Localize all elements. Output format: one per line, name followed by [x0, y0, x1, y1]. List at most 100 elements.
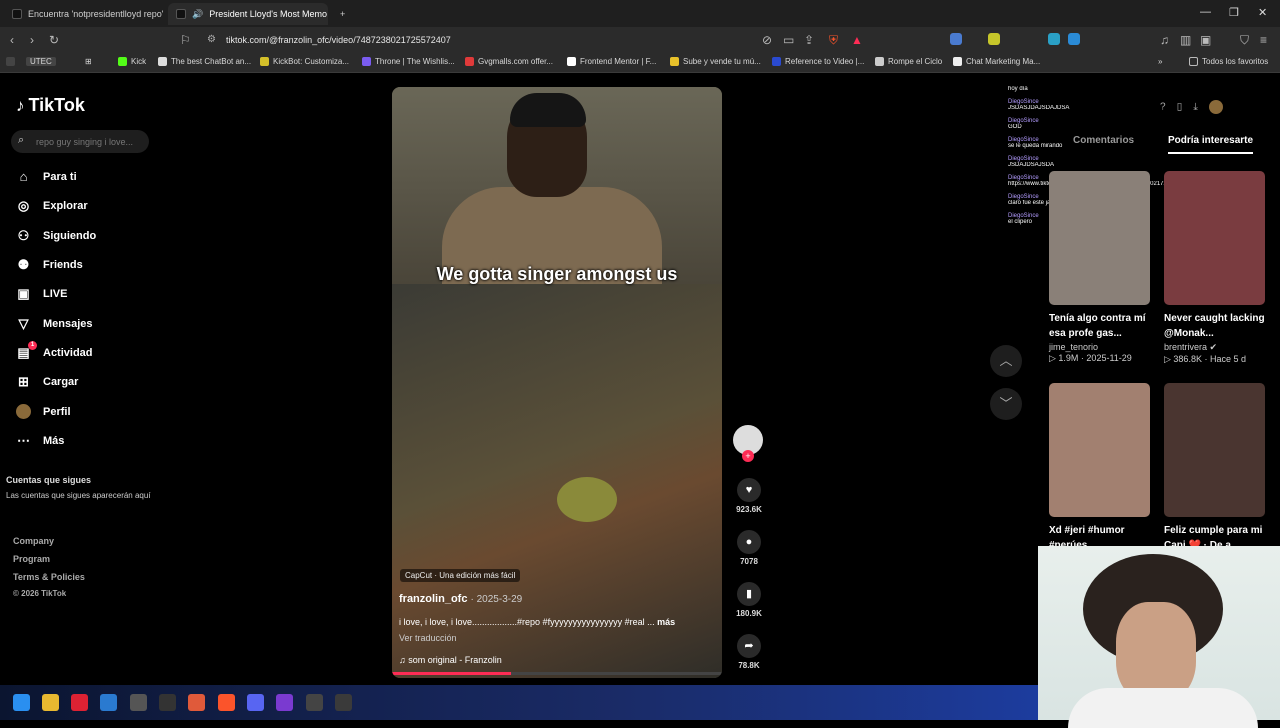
card-meta: ▷ 386.8K · Hace 5 d [1164, 354, 1246, 364]
browser-tab-1[interactable]: Encuentra 'notpresidentlloyd repo' en [4, 3, 164, 25]
nav-siguiendo[interactable]: ⚇ Siguiendo [16, 228, 97, 244]
back-icon[interactable]: ‹ [10, 33, 14, 47]
recommended-card[interactable]: Tenía algo contra mí esa profe gas... ji… [1049, 171, 1150, 364]
device-icon[interactable]: ▯ [1177, 102, 1183, 113]
bookmark-utec[interactable]: UTEC [26, 57, 56, 66]
video-author[interactable]: franzolin_ofc · 2025-3-29 [399, 593, 522, 605]
footer-terms[interactable]: Terms & Policies [13, 572, 85, 582]
bookmark-kick[interactable]: Kick [118, 57, 146, 66]
notion-icon[interactable] [159, 694, 176, 711]
brave-browser-icon[interactable] [218, 694, 235, 711]
next-video-button[interactable]: ﹀ [990, 388, 1022, 420]
follow-plus-icon[interactable]: + [742, 450, 754, 462]
comment-button[interactable]: ● 7078 [731, 530, 767, 566]
bookmark-icon[interactable]: ⚐ [180, 33, 191, 47]
app-icon[interactable] [188, 694, 205, 711]
video-player[interactable]: We gotta singer amongst us CapCut · Una … [392, 87, 722, 678]
app-icon[interactable] [276, 694, 293, 711]
browser-tab-2[interactable]: 🔊 President Lloyd's Most Memo ✕ [168, 3, 328, 25]
translate-link[interactable]: Ver traducción [399, 633, 457, 643]
new-tab-button[interactable]: + [332, 3, 352, 25]
nav-cargar[interactable]: ⊞ Cargar [16, 374, 78, 390]
app-icon[interactable] [335, 694, 352, 711]
nav-live[interactable]: ▣ LIVE [16, 286, 67, 302]
like-button[interactable]: ♥ 923.6K [731, 478, 767, 514]
bookmark-gvgmalls[interactable]: Gvgmalls.com offer... [465, 57, 553, 66]
nav-actividad[interactable]: ▤ Actividad 1 [16, 341, 93, 361]
webcam-person-shirt [1068, 688, 1258, 728]
bookmark-kickbot[interactable]: KickBot: Customiza... [260, 57, 349, 66]
capcut-badge[interactable]: CapCut · Una edición más fácil [400, 569, 521, 582]
brave-shield-icon[interactable]: ⛨ [829, 33, 838, 48]
recommended-card[interactable]: Feliz cumple para mi Capi ❤️ · De a... [1164, 383, 1265, 553]
calculator-icon[interactable] [130, 694, 147, 711]
obs-icon[interactable] [306, 694, 323, 711]
recommended-card[interactable]: Never caught lacking @Monak... brentrive… [1164, 171, 1265, 365]
bookmark-chatbot[interactable]: The best ChatBot an... [158, 57, 251, 66]
nav-friends[interactable]: ⚉ Friends [16, 257, 83, 273]
extension-icon[interactable] [988, 33, 1000, 45]
search-input[interactable]: ⌕ repo guy singing i love... [11, 130, 149, 153]
file-explorer-icon[interactable] [42, 694, 59, 711]
cast-icon[interactable]: ▭ [783, 33, 794, 47]
following-icon: ⚇ [17, 228, 30, 243]
more-bookmarks-icon[interactable]: » [1158, 57, 1162, 66]
extension-icon[interactable] [950, 33, 962, 45]
apps-icon[interactable] [6, 57, 15, 66]
brave-rewards-icon[interactable]: ▲ [851, 33, 863, 47]
bookmark-reference-video[interactable]: Reference to Video |... [772, 57, 864, 66]
menu-icon[interactable]: ≡ [1260, 33, 1267, 47]
profile-avatar-icon[interactable] [1208, 100, 1223, 114]
share-button[interactable]: ➦ 78.8K [731, 634, 767, 670]
footer-company[interactable]: Company [13, 536, 54, 546]
site-info-icon[interactable]: ⚙ [207, 34, 216, 45]
grid-icon[interactable]: ⊞ [85, 57, 92, 66]
save-button[interactable]: ▮ 180.9K [731, 582, 767, 618]
bookmark-icon: ▮ [737, 582, 761, 606]
more-link[interactable]: más [657, 617, 675, 627]
bookmark-frontend-mentor[interactable]: Frontend Mentor | F... [567, 57, 656, 66]
video-progress-bar[interactable] [392, 672, 722, 675]
video-date: · 2025-3-29 [470, 594, 523, 605]
footer-program[interactable]: Program [13, 554, 50, 564]
vpn-icon[interactable]: ⛉ [1240, 33, 1249, 48]
all-bookmarks[interactable]: Todos los favoritos [1189, 57, 1268, 66]
nav-perfil[interactable]: Perfil [16, 404, 71, 419]
windows-start-icon[interactable] [13, 694, 30, 711]
tab-podria-interesarte[interactable]: Podría interesarte [1168, 135, 1254, 154]
bookmark-throne[interactable]: Throne | The Wishlis... [362, 57, 455, 66]
nav-mensajes[interactable]: ▽ Mensajes [16, 316, 93, 332]
tiktok-logo[interactable]: ♪ TikTok [16, 95, 85, 116]
download-icon[interactable]: ⤓ [1193, 102, 1197, 113]
sidebar-toggle-icon[interactable]: ▥ [1180, 33, 1191, 47]
nav-mas[interactable]: ⋯ Más [16, 433, 64, 449]
share-icon[interactable]: ⇪ [804, 33, 814, 47]
wallet-icon[interactable]: ▣ [1200, 33, 1211, 47]
bookmark-sube-y-vende[interactable]: Sube y vende tu mú... [670, 57, 761, 66]
browser-toolbar: ‹ › ↻ ⚐ ⚙ tiktok.com/@franzolin_ofc/vide… [0, 27, 1280, 53]
nav-para-ti[interactable]: ⌂ Para ti [16, 169, 77, 184]
chat-message: hoy día [1008, 86, 1028, 92]
maximize-icon[interactable]: ❐ [1229, 6, 1239, 19]
vscode-icon[interactable] [100, 694, 117, 711]
close-window-icon[interactable]: ✕ [1258, 6, 1267, 19]
nav-explorar[interactable]: ◎ Explorar [16, 198, 88, 214]
previous-video-button[interactable]: ︿ [990, 345, 1022, 377]
help-icon[interactable]: ? [1160, 102, 1166, 113]
video-sound[interactable]: ♫ som original - Franzolin [399, 655, 502, 665]
browser-tab-label: President Lloyd's Most Memo [209, 9, 327, 19]
music-icon[interactable]: ♫ [1160, 33, 1169, 47]
tab-comentarios[interactable]: Comentarios [1073, 135, 1134, 146]
extension-icon[interactable] [1068, 33, 1080, 45]
app-icon[interactable] [71, 694, 88, 711]
forward-icon[interactable]: › [30, 33, 34, 47]
tracking-icon[interactable]: ⊘ [762, 33, 772, 47]
minimize-icon[interactable]: — [1200, 6, 1211, 18]
bookmark-chat-marketing[interactable]: Chat Marketing Ma... [953, 57, 1040, 66]
share-arrow-icon: ➦ [737, 634, 761, 658]
reload-icon[interactable]: ↻ [49, 33, 59, 47]
extension-icon[interactable] [1048, 33, 1060, 45]
recommended-card[interactable]: Xd #jeri #humor #perúes [1049, 383, 1150, 553]
discord-icon[interactable] [247, 694, 264, 711]
bookmark-rompe-el-ciclo[interactable]: Rompe el Ciclo [875, 57, 942, 66]
